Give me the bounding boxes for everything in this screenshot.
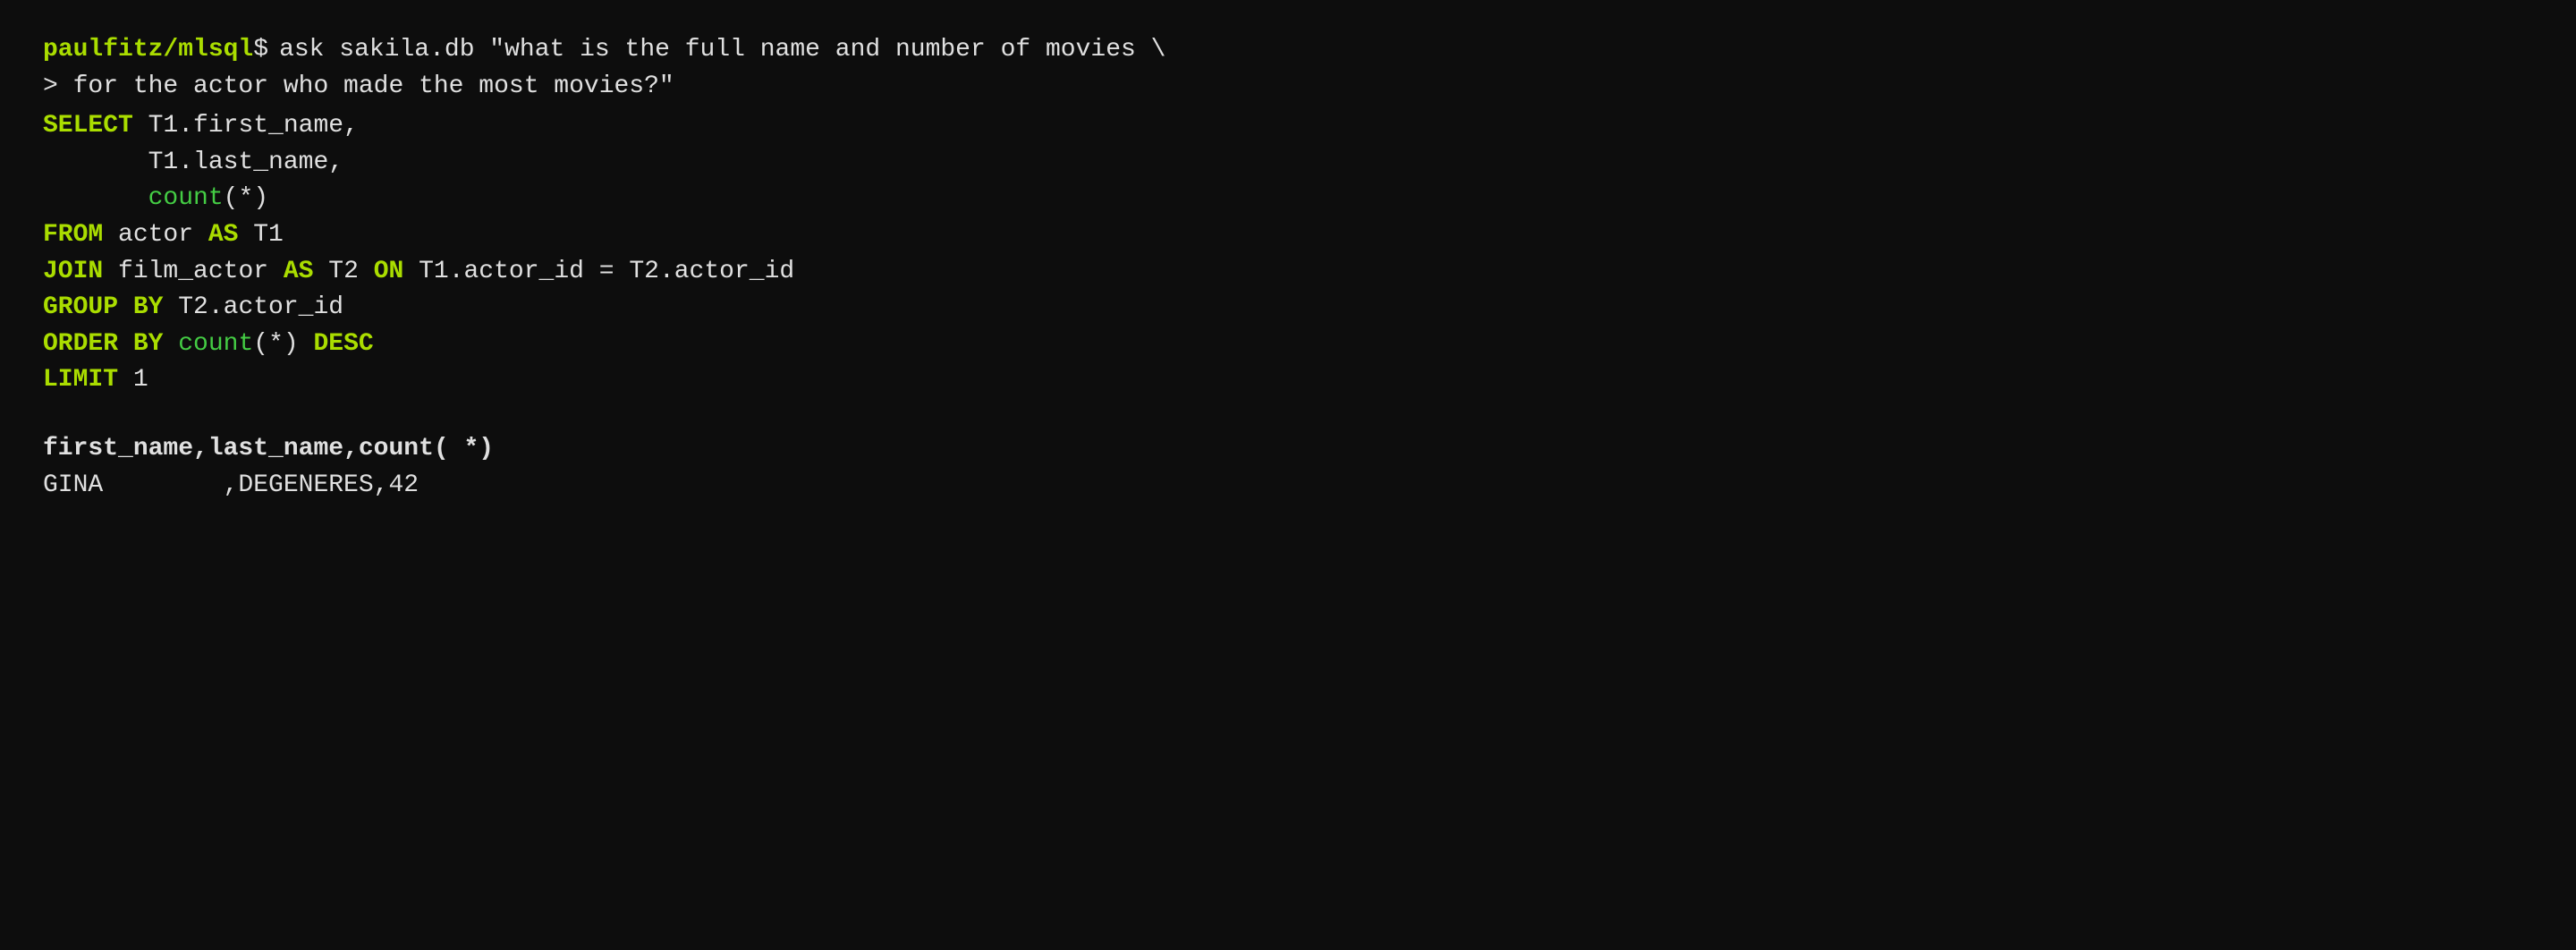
prompt-user: paulfitz/mlsql: [43, 32, 253, 69]
kw-select: SELECT: [43, 112, 133, 140]
sql-line-groupby: GROUP BY T2.actor_id: [43, 290, 2533, 327]
sql-line-limit: LIMIT 1: [43, 362, 2533, 399]
result-header: first_name,last_name,count( *): [43, 431, 2533, 468]
fn-count-1: count: [43, 184, 224, 212]
prompt-continuation: > for the actor who made the most movies…: [43, 69, 2533, 106]
kw-by-2: BY: [133, 330, 164, 358]
kw-limit: LIMIT: [43, 366, 118, 394]
sql-line1-rest: T1.first_name,: [133, 112, 359, 140]
sql-space-2: [118, 330, 133, 358]
result-block: first_name,last_name,count( *) GINA ,DEG…: [43, 431, 2533, 504]
kw-join: JOIN: [43, 258, 103, 285]
kw-as-1: AS: [208, 221, 239, 249]
terminal: paulfitz/mlsql$ ask sakila.db "what is t…: [43, 32, 2533, 504]
prompt-command-1: ask sakila.db "what is the full name and…: [279, 32, 1165, 69]
sql-line8-rest: 1: [118, 366, 148, 394]
prompt-symbol: $: [253, 32, 268, 69]
sql-line-join: JOIN film_actor AS T2 ON T1.actor_id = T…: [43, 254, 2533, 291]
sql-line5-rest2: T2: [313, 258, 373, 285]
sql-block: SELECT T1.first_name, T1.last_name, coun…: [43, 108, 2533, 399]
kw-group: GROUP: [43, 293, 118, 321]
fn-count-2: count: [163, 330, 253, 358]
sql-line5-rest: film_actor: [103, 258, 284, 285]
sql-line-count: count(*): [43, 181, 2533, 217]
sql-line4-rest: actor: [103, 221, 208, 249]
sql-line2: T1.last_name,: [43, 148, 343, 176]
sql-line6-rest: T2.actor_id: [163, 293, 343, 321]
sql-line-select: SELECT T1.first_name,: [43, 108, 2533, 145]
sql-line-from: FROM actor AS T1: [43, 217, 2533, 254]
result-row: GINA ,DEGENERES,42: [43, 468, 2533, 505]
continuation-text: > for the actor who made the most movies…: [43, 72, 674, 100]
sql-line7-fn-rest: (*): [253, 330, 313, 358]
sql-space-1: [118, 293, 133, 321]
sql-line-lastname: T1.last_name,: [43, 145, 2533, 182]
sql-line5-rest3: T1.actor_id = T2.actor_id: [403, 258, 794, 285]
sql-line3-rest: (*): [224, 184, 268, 212]
sql-line-orderby: ORDER BY count(*) DESC: [43, 327, 2533, 363]
sql-line4-rest2: T1: [238, 221, 283, 249]
kw-as-2: AS: [284, 258, 314, 285]
kw-by-1: BY: [133, 293, 164, 321]
kw-from: FROM: [43, 221, 103, 249]
prompt-line-1: paulfitz/mlsql$ ask sakila.db "what is t…: [43, 32, 2533, 69]
kw-order: ORDER: [43, 330, 118, 358]
kw-desc: DESC: [313, 330, 373, 358]
kw-on: ON: [374, 258, 404, 285]
